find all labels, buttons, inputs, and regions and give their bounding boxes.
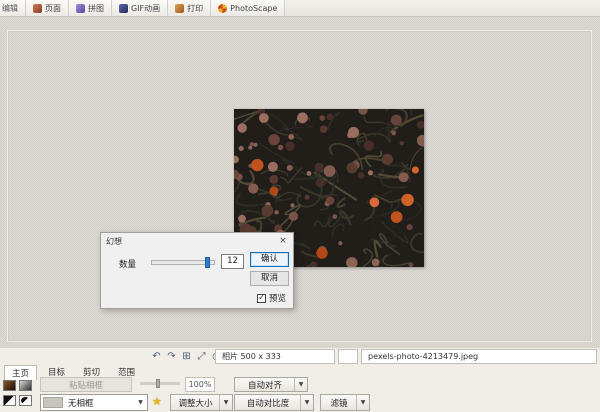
filter-label: 滤镜 <box>330 398 348 409</box>
sepia-preset-icon[interactable] <box>3 380 16 391</box>
amount-value-field[interactable]: 12 <box>221 254 244 269</box>
preview-checkbox-label: 预览 <box>269 294 287 304</box>
resize-button[interactable]: 调整大小 ▼ <box>170 394 233 411</box>
undo-icon[interactable]: ↶ <box>151 351 162 362</box>
preview-checkbox-row: ✓ 预览 <box>257 292 286 304</box>
favorite-star-icon[interactable]: ★ <box>152 395 162 408</box>
dialog-title: 幻想 <box>106 236 122 246</box>
frame-opacity-value: 100% <box>185 377 215 392</box>
bw-threshold-icon[interactable] <box>3 395 16 406</box>
cancel-button[interactable]: 取消 <box>250 271 289 286</box>
auto-align-dropdown-icon[interactable]: ▼ <box>294 378 307 391</box>
tab-page-label: 页面 <box>45 3 61 13</box>
resize-label: 调整大小 <box>178 398 213 409</box>
frame-opacity-slider[interactable] <box>140 379 180 388</box>
frame-swatch <box>43 397 63 408</box>
filename-field: pexels-photo-4213479.jpeg <box>361 349 597 364</box>
auto-contrast-button[interactable]: 自动对比度 ▼ <box>234 394 314 411</box>
status-icons: ↶ ↷ ⊞ ⤢ ◔ <box>151 348 222 365</box>
auto-contrast-label: 自动对比度 <box>246 398 290 409</box>
status-bar: ↶ ↷ ⊞ ⤢ ◔ 相片 500 x 333 pexels-photo-4213… <box>0 347 600 364</box>
tab-combine[interactable]: 拼图 <box>69 0 112 16</box>
gif-icon <box>119 3 128 13</box>
photoscape-icon <box>218 3 228 13</box>
auto-contrast-dropdown-icon[interactable]: ▼ <box>300 395 313 410</box>
tab-editor-label: 编辑 <box>2 3 18 13</box>
auto-align-button[interactable]: 自动对齐 ▼ <box>234 377 308 392</box>
tab-gif-label: GIF动画 <box>131 3 161 13</box>
close-icon[interactable]: × <box>277 235 289 247</box>
page-icon <box>33 3 42 13</box>
tab-editor[interactable]: 编辑 <box>0 0 26 16</box>
amount-slider[interactable] <box>151 257 215 268</box>
frame-select-value: 无相框 <box>68 398 94 409</box>
photo-info-field: 相片 500 x 333 <box>215 349 335 364</box>
bottom-panel: 主页 目标 剪切 范围 粘贴相框 100% 无相框 ▼ ★ 调整大小 ▼ 自动对… <box>0 364 600 412</box>
redo-icon[interactable]: ↷ <box>166 351 177 362</box>
tab-combine-label: 拼图 <box>88 3 104 13</box>
preview-checkbox[interactable]: ✓ <box>257 293 266 303</box>
frame-select-dropdown[interactable]: 无相框 ▼ <box>40 394 148 411</box>
auto-align-label: 自动对齐 <box>247 380 282 391</box>
filter-dropdown-icon[interactable]: ▼ <box>356 395 369 410</box>
print-icon <box>175 3 185 13</box>
tab-gif[interactable]: GIF动画 <box>112 0 169 16</box>
tab-page[interactable]: 页面 <box>26 0 69 16</box>
tab-print-label: 打印 <box>187 3 204 13</box>
tab-print[interactable]: 打印 <box>168 0 212 16</box>
editor-work-area <box>0 17 600 347</box>
actual-size-icon[interactable]: ⤢ <box>196 351 207 362</box>
chevron-down-icon: ▼ <box>138 399 143 406</box>
tab-photoscape-label: PhotoScape <box>230 3 278 13</box>
photoscape-window: 编辑 页面 拼图 GIF动画 打印 PhotoScape 幻想 × 数量 12 … <box>0 0 600 412</box>
tab-home[interactable]: 主页 <box>4 365 38 380</box>
resize-dropdown-icon[interactable]: ▼ <box>219 395 232 410</box>
amount-label: 数量 <box>119 260 137 270</box>
compare-icon[interactable]: ⊞ <box>181 351 192 362</box>
frame-opacity-handle[interactable] <box>156 379 160 388</box>
blank-field <box>338 349 358 364</box>
negative-icon[interactable] <box>19 395 32 406</box>
confirm-button[interactable]: 确认 <box>250 252 289 267</box>
combine-icon <box>76 3 85 13</box>
paste-frame-button[interactable]: 粘贴相框 <box>40 377 132 392</box>
grayscale-preset-icon[interactable] <box>19 380 32 391</box>
top-tab-bar: 编辑 页面 拼图 GIF动画 打印 PhotoScape <box>0 0 600 17</box>
tab-photoscape[interactable]: PhotoScape <box>211 0 286 16</box>
amount-slider-handle[interactable] <box>205 257 210 268</box>
fantasy-dialog: 幻想 × 数量 12 确认 取消 ✓ 预览 <box>100 232 294 309</box>
filter-button[interactable]: 滤镜 ▼ <box>320 394 370 411</box>
